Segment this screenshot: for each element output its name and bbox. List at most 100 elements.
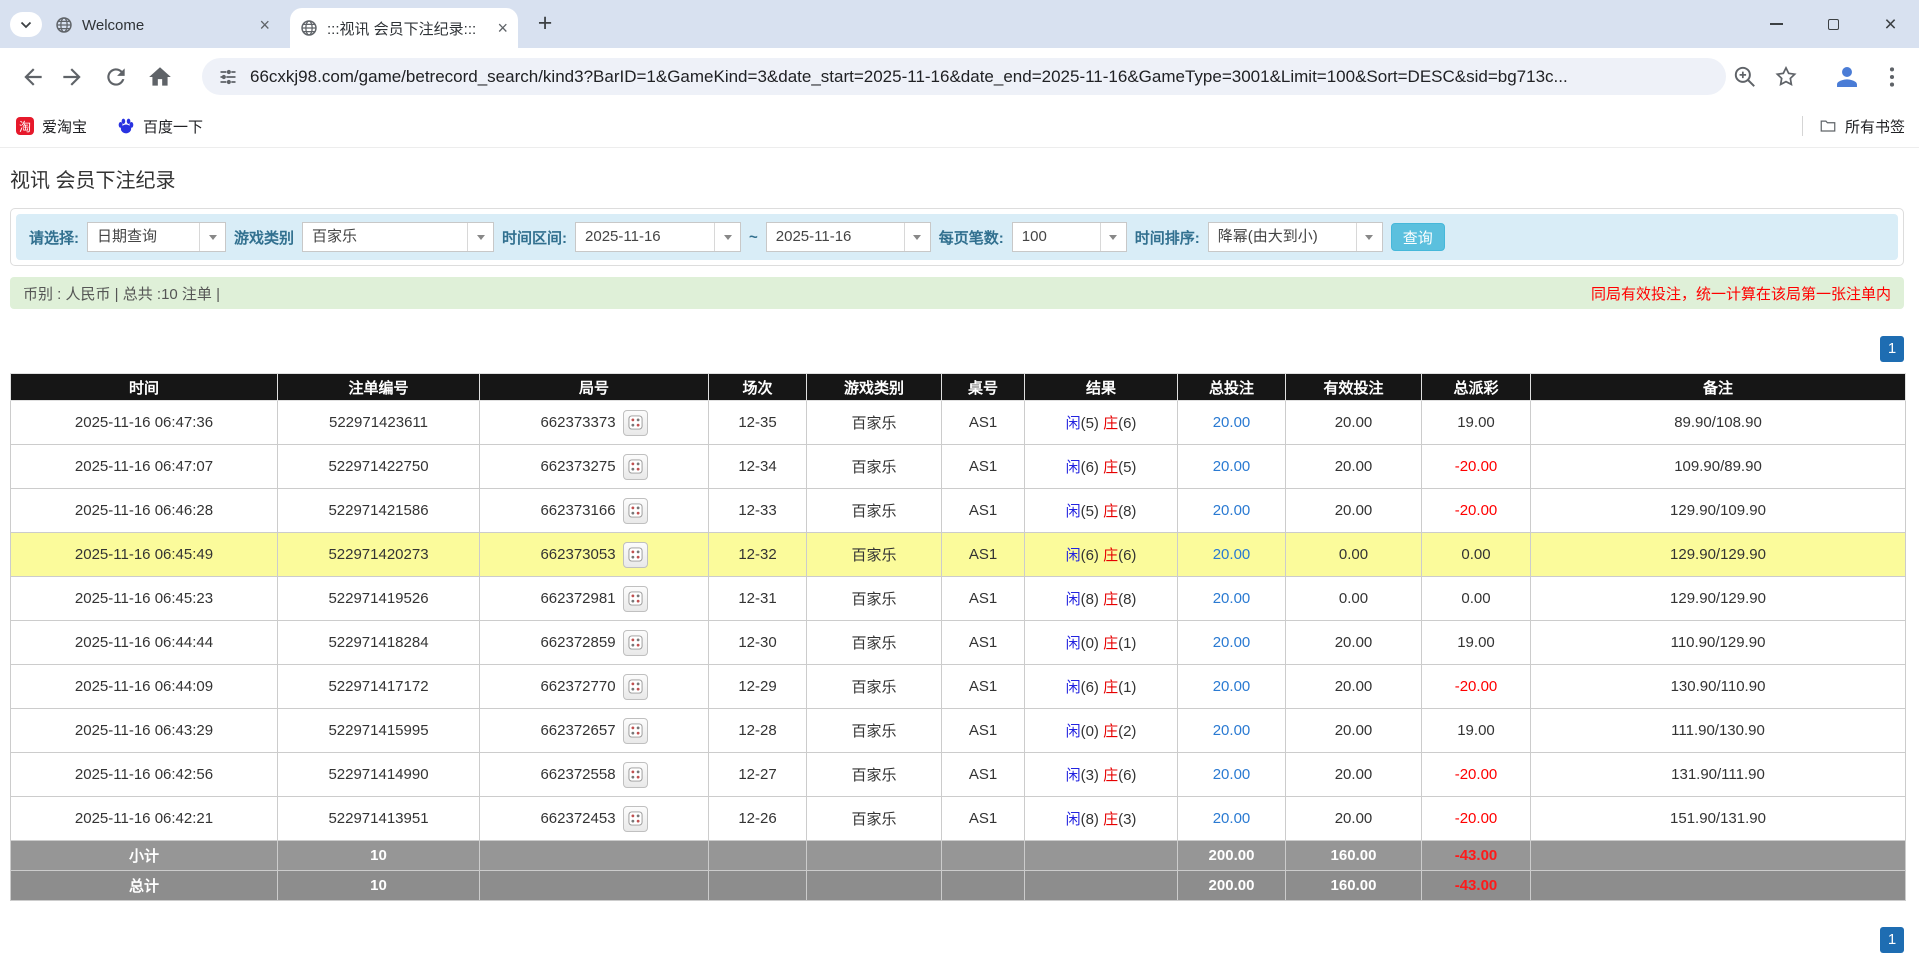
search-button[interactable]: 查询 xyxy=(1391,223,1445,251)
browser-tab-welcome[interactable]: Welcome × xyxy=(45,10,280,40)
bookmark-label: 百度一下 xyxy=(143,116,203,137)
round-detail-icon[interactable] xyxy=(623,454,648,480)
player-points: (0) xyxy=(1081,723,1104,740)
player-points: (5) xyxy=(1081,503,1104,520)
tune-icon[interactable] xyxy=(218,67,238,87)
round-no: 662373275 xyxy=(540,458,615,475)
table-row: 2025-11-16 06:47:36522971423611662373373… xyxy=(11,401,1906,445)
round-detail-icon[interactable] xyxy=(623,586,648,612)
date-start-select[interactable]: 2025-11-16 xyxy=(575,222,741,252)
cell-round-no: 662372770 xyxy=(480,665,709,709)
cell-total-bet: 20.00 xyxy=(1178,533,1286,577)
banker-result: 庄 xyxy=(1103,591,1118,608)
cell-game: 百家乐 xyxy=(807,753,942,797)
bet-amount-link[interactable]: 20.00 xyxy=(1213,722,1251,739)
back-button[interactable] xyxy=(20,64,46,90)
bookmark-item-baidu[interactable]: 百度一下 xyxy=(117,116,203,137)
url-bar[interactable]: 66cxkj98.com/game/betrecord_search/kind3… xyxy=(202,58,1726,95)
round-detail-icon[interactable] xyxy=(623,806,648,832)
cell-bet-no: 522971413951 xyxy=(278,797,480,841)
table-row: 2025-11-16 06:46:28522971421586662373166… xyxy=(11,489,1906,533)
tab-close-icon[interactable]: × xyxy=(259,16,270,34)
page-size-select[interactable]: 100 xyxy=(1012,222,1127,252)
forward-button[interactable] xyxy=(59,64,85,90)
cell-game: 百家乐 xyxy=(807,621,942,665)
bet-amount-link[interactable]: 20.00 xyxy=(1213,634,1251,651)
round-detail-icon[interactable] xyxy=(623,410,648,436)
cell-time: 2025-11-16 06:42:21 xyxy=(11,797,278,841)
round-no: 662372453 xyxy=(540,810,615,827)
filter-panel: 请选择: 日期查询 游戏类别 百家乐 时间区间: 2025-11-16 ~ xyxy=(10,208,1904,266)
bet-amount-link[interactable]: 20.00 xyxy=(1213,414,1251,431)
sort-select[interactable]: 降幂(由大到小) xyxy=(1208,222,1383,252)
cell-result: 闲(3) 庄(6) xyxy=(1025,753,1178,797)
cell-table-no: AS1 xyxy=(942,621,1025,665)
cell-bet-no: 522971419526 xyxy=(278,577,480,621)
cell-valid-bet: 20.00 xyxy=(1286,489,1422,533)
chevron-down-icon[interactable] xyxy=(1356,223,1382,251)
reload-button[interactable] xyxy=(103,64,129,90)
browser-tab-betrecord[interactable]: :::视讯 会员下注纪录::: × xyxy=(290,8,518,48)
tab-close-icon[interactable]: × xyxy=(497,19,508,37)
bet-amount-link[interactable]: 20.00 xyxy=(1213,590,1251,607)
game-category-select[interactable]: 百家乐 xyxy=(302,222,494,252)
bet-amount-link[interactable]: 20.00 xyxy=(1213,678,1251,695)
cell-session: 12-30 xyxy=(709,621,807,665)
chevron-down-icon[interactable] xyxy=(904,223,930,251)
banker-result: 庄 xyxy=(1103,415,1118,432)
new-tab-button[interactable]: + xyxy=(531,10,559,38)
pagination-page-1[interactable]: 1 xyxy=(1880,336,1904,362)
banker-points: (6) xyxy=(1118,415,1136,432)
total-row-cell-note xyxy=(1531,871,1906,901)
profile-avatar-icon[interactable] xyxy=(1834,64,1860,90)
player-result: 闲 xyxy=(1066,679,1081,696)
cell-table-no: AS1 xyxy=(942,577,1025,621)
chevron-down-icon[interactable] xyxy=(714,223,740,251)
bet-amount-link[interactable]: 20.00 xyxy=(1213,766,1251,783)
date-end-select[interactable]: 2025-11-16 xyxy=(766,222,931,252)
window-minimize-button[interactable] xyxy=(1748,0,1805,48)
bet-amount-link[interactable]: 20.00 xyxy=(1213,810,1251,827)
window-maximize-button[interactable] xyxy=(1805,0,1862,48)
chevron-down-icon[interactable] xyxy=(199,223,225,251)
bet-table-body: 2025-11-16 06:47:36522971423611662373373… xyxy=(11,401,1906,901)
chevron-down-icon[interactable] xyxy=(467,223,493,251)
subtotal-row-cell-bet-no: 10 xyxy=(278,841,480,871)
menu-dots-icon[interactable] xyxy=(1879,64,1905,90)
bookmark-star-icon[interactable] xyxy=(1773,64,1799,90)
bet-amount-link[interactable]: 20.00 xyxy=(1213,502,1251,519)
all-bookmarks[interactable]: 所有书签 xyxy=(1802,116,1905,137)
pagination-page-1[interactable]: 1 xyxy=(1880,927,1904,953)
zoom-icon[interactable] xyxy=(1732,64,1758,90)
total-row-cell-time: 总计 xyxy=(11,871,278,901)
round-detail-icon[interactable] xyxy=(623,498,648,524)
round-detail-icon[interactable] xyxy=(623,542,648,568)
col-time: 时间 xyxy=(11,374,278,401)
round-detail-icon[interactable] xyxy=(623,762,648,788)
game-category-value: 百家乐 xyxy=(303,223,467,251)
chevron-down-icon[interactable] xyxy=(1100,223,1126,251)
same-round-note-text: 同局有效投注，统一计算在该局第一张注单内 xyxy=(1591,283,1891,304)
banker-points: (1) xyxy=(1118,679,1136,696)
banker-result: 庄 xyxy=(1103,723,1118,740)
cell-result: 闲(0) 庄(2) xyxy=(1025,709,1178,753)
banker-points: (6) xyxy=(1118,547,1136,564)
round-detail-icon[interactable] xyxy=(623,718,648,744)
cell-bet-no: 522971420273 xyxy=(278,533,480,577)
round-detail-icon[interactable] xyxy=(623,674,648,700)
query-type-select[interactable]: 日期查询 xyxy=(87,222,226,252)
cell-round-no: 662372657 xyxy=(480,709,709,753)
cell-time: 2025-11-16 06:43:29 xyxy=(11,709,278,753)
cell-table-no: AS1 xyxy=(942,533,1025,577)
round-detail-icon[interactable] xyxy=(623,630,648,656)
cell-note: 151.90/131.90 xyxy=(1531,797,1906,841)
tab-search-button[interactable] xyxy=(10,12,42,37)
bet-amount-link[interactable]: 20.00 xyxy=(1213,546,1251,563)
col-bet-no: 注单编号 xyxy=(278,374,480,401)
home-button[interactable] xyxy=(147,64,173,90)
window-close-button[interactable]: × xyxy=(1862,0,1919,48)
bet-amount-link[interactable]: 20.00 xyxy=(1213,458,1251,475)
bookmark-item-taobao[interactable]: 淘 爱淘宝 xyxy=(16,116,87,137)
cell-payout: -20.00 xyxy=(1422,489,1531,533)
cell-valid-bet: 0.00 xyxy=(1286,533,1422,577)
